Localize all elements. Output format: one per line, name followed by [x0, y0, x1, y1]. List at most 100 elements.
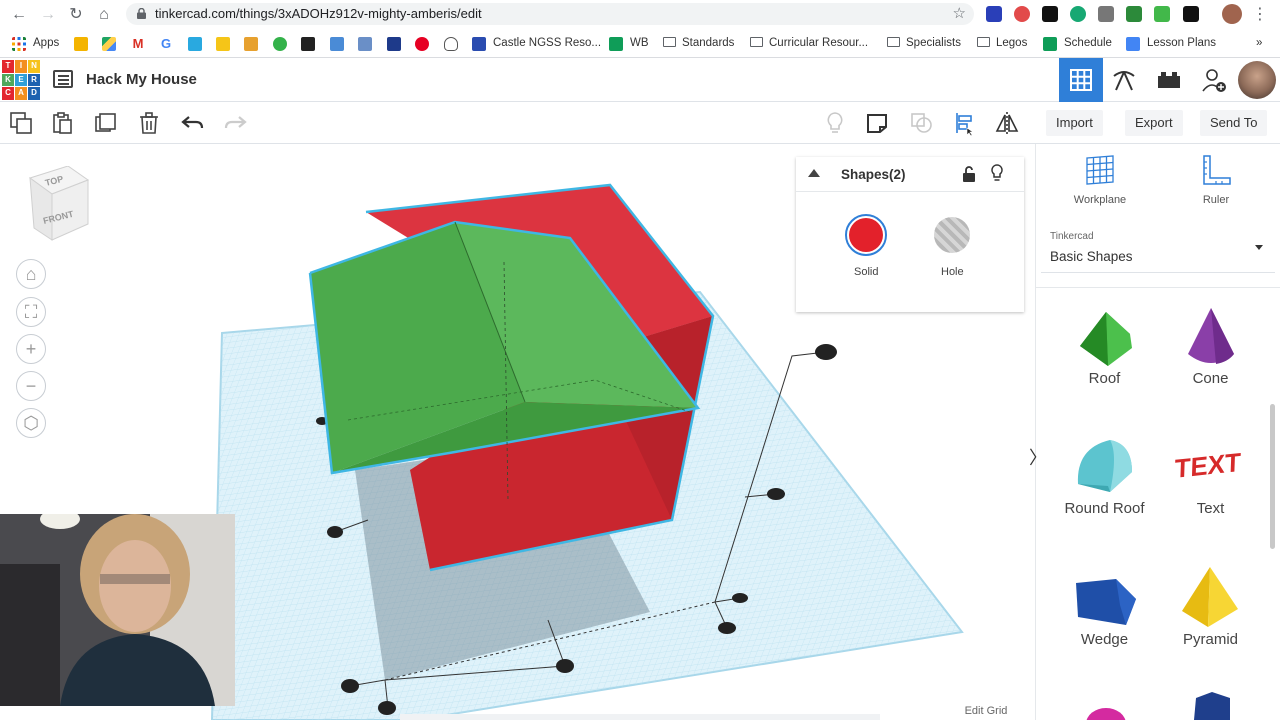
zoom-in-icon[interactable]: + [16, 334, 46, 364]
mirror-icon[interactable] [994, 110, 1020, 136]
logo-letter: D [28, 87, 40, 101]
bookmark-curricular[interactable]: Curricular Resour... [750, 37, 868, 49]
bookmark-site-icon[interactable] [358, 37, 372, 51]
view-cube[interactable]: TOP FRONT [28, 166, 90, 242]
bookmark-bulb-icon[interactable] [444, 37, 458, 51]
bookmark-docs-icon[interactable] [1126, 37, 1140, 51]
paste-icon[interactable] [50, 110, 76, 136]
bookmark-legos-label: Legos [996, 37, 1028, 49]
browser-toolbar: ← → ↻ ⌂ tinkercad.com/things/3xADOHz912v… [0, 0, 1280, 30]
apps-grid-icon[interactable] [12, 37, 26, 51]
shape-cone[interactable]: Cone [1158, 304, 1263, 387]
ruler-tool[interactable]: Ruler [1166, 154, 1266, 206]
bookmark-site-icon[interactable] [244, 37, 258, 51]
forward-button[interactable]: → [38, 5, 58, 25]
panel-scrollbar[interactable] [1270, 404, 1275, 549]
bookmark-drive-icon[interactable] [102, 37, 116, 51]
extension-c-icon[interactable] [986, 6, 1002, 22]
bookmark-castle-icon[interactable] [472, 37, 486, 51]
workplane-tool[interactable]: Workplane [1050, 154, 1150, 206]
bookmark-sheets-icon[interactable] [609, 37, 623, 51]
bookmark-site-icon[interactable] [188, 37, 202, 51]
bookmark-standards[interactable]: Standards [663, 37, 734, 49]
import-button[interactable]: Import [1046, 110, 1103, 136]
brick-icon[interactable] [1155, 66, 1183, 94]
bookmark-lesson-plans[interactable]: Lesson Plans [1147, 37, 1216, 49]
export-button[interactable]: Export [1125, 110, 1183, 136]
redo-icon[interactable] [222, 110, 248, 136]
hole-button[interactable] [934, 217, 970, 253]
shapes-panel: Workplane Ruler Tinkercad Basic Shapes R… [1035, 144, 1280, 720]
bookmark-google-icon[interactable]: G [159, 37, 173, 51]
bookmark-wb[interactable]: WB [630, 37, 649, 49]
bookmark-site-icon[interactable] [273, 37, 287, 51]
shape-library-select[interactable]: Tinkercad Basic Shapes [1041, 221, 1275, 273]
fit-view-icon[interactable]: ⛶ [16, 297, 46, 327]
send-to-button[interactable]: Send To [1200, 110, 1268, 136]
design-title[interactable]: Hack My House [86, 71, 197, 88]
shape-pyramid[interactable]: Pyramid [1158, 565, 1263, 648]
back-button[interactable]: ← [9, 5, 29, 25]
bookmark-gmail-icon[interactable]: M [131, 37, 145, 51]
zoom-out-icon[interactable]: − [16, 371, 46, 401]
bookmark-classroom-icon[interactable] [74, 37, 88, 51]
extension-camera-icon[interactable] [1014, 6, 1030, 22]
lightbulb-icon[interactable] [990, 164, 1004, 182]
extension-screen-icon[interactable] [1183, 6, 1199, 22]
logo-letter: N [28, 60, 40, 73]
sphere-icon[interactable] [1086, 706, 1126, 720]
unlock-icon[interactable] [962, 165, 976, 183]
wedge-icon [1075, 579, 1136, 625]
add-user-icon[interactable] [1200, 66, 1228, 94]
copy-icon[interactable] [8, 110, 34, 136]
bookmark-site-icon[interactable] [301, 37, 315, 51]
bookmark-specialists[interactable]: Specialists [887, 37, 961, 49]
shape-text[interactable]: TEXT Text [1158, 434, 1263, 517]
bookmark-star-icon[interactable]: ☆ [953, 4, 966, 22]
extension-check-icon[interactable] [1154, 6, 1170, 22]
delete-icon[interactable] [136, 110, 162, 136]
reload-button[interactable]: ↻ [66, 5, 86, 25]
3d-view-button[interactable] [1059, 58, 1103, 102]
url-text: tinkercad.com/things/3xADOHz912v-mighty-… [155, 6, 482, 21]
edit-grid-button[interactable]: Edit Grid [948, 702, 1024, 720]
extension-grammarly-icon[interactable] [1070, 6, 1086, 22]
bookmark-schedule[interactable]: Schedule [1064, 37, 1112, 49]
browser-menu-icon[interactable]: ⋮ [1250, 5, 1270, 25]
shape-round-roof[interactable]: Round Roof [1052, 434, 1157, 517]
shape-roof[interactable]: Roof [1052, 304, 1157, 387]
pickaxe-icon[interactable] [1110, 66, 1138, 94]
extension-cast-icon[interactable] [1126, 6, 1142, 22]
perspective-icon[interactable]: ⬡ [16, 408, 46, 438]
bookmark-site-icon[interactable] [216, 37, 230, 51]
bookmark-site-icon[interactable] [330, 37, 344, 51]
bookmark-legos[interactable]: Legos [977, 37, 1027, 49]
address-bar[interactable]: tinkercad.com/things/3xADOHz912v-mighty-… [126, 3, 974, 25]
design-menu-icon[interactable] [53, 70, 73, 88]
group-icon[interactable] [909, 110, 935, 136]
extension-puzzle-icon[interactable] [1042, 6, 1058, 22]
bottom-notification-strip [400, 714, 880, 720]
collapse-arrow-icon[interactable] [808, 169, 820, 177]
polygon-icon[interactable] [1190, 690, 1234, 720]
solid-color-button[interactable] [845, 214, 887, 256]
align-icon[interactable] [953, 110, 979, 136]
lightbulb-icon[interactable] [822, 110, 848, 136]
undo-icon[interactable] [180, 110, 206, 136]
bookmark-schedule-icon[interactable] [1043, 37, 1057, 51]
bookmarks-overflow[interactable]: » [1256, 37, 1262, 49]
user-avatar[interactable] [1238, 61, 1276, 99]
note-icon[interactable] [865, 110, 891, 136]
duplicate-icon[interactable] [93, 110, 119, 136]
bookmark-pinterest-icon[interactable] [415, 37, 429, 51]
shape-wedge[interactable]: Wedge [1052, 565, 1157, 648]
bookmark-castle-ngss[interactable]: Castle NGSS Reso... [493, 37, 601, 49]
extension-news-icon[interactable] [1098, 6, 1114, 22]
panel-toggle-icon[interactable]: 〉 [1029, 444, 1047, 470]
bookmark-site-icon[interactable] [387, 37, 401, 51]
profile-avatar[interactable] [1222, 4, 1242, 24]
home-view-icon[interactable]: ⌂ [16, 259, 46, 289]
tinkercad-logo[interactable]: TIN KERCAD [2, 60, 40, 101]
bookmark-apps[interactable]: Apps [33, 37, 59, 49]
home-button[interactable]: ⌂ [94, 5, 114, 25]
